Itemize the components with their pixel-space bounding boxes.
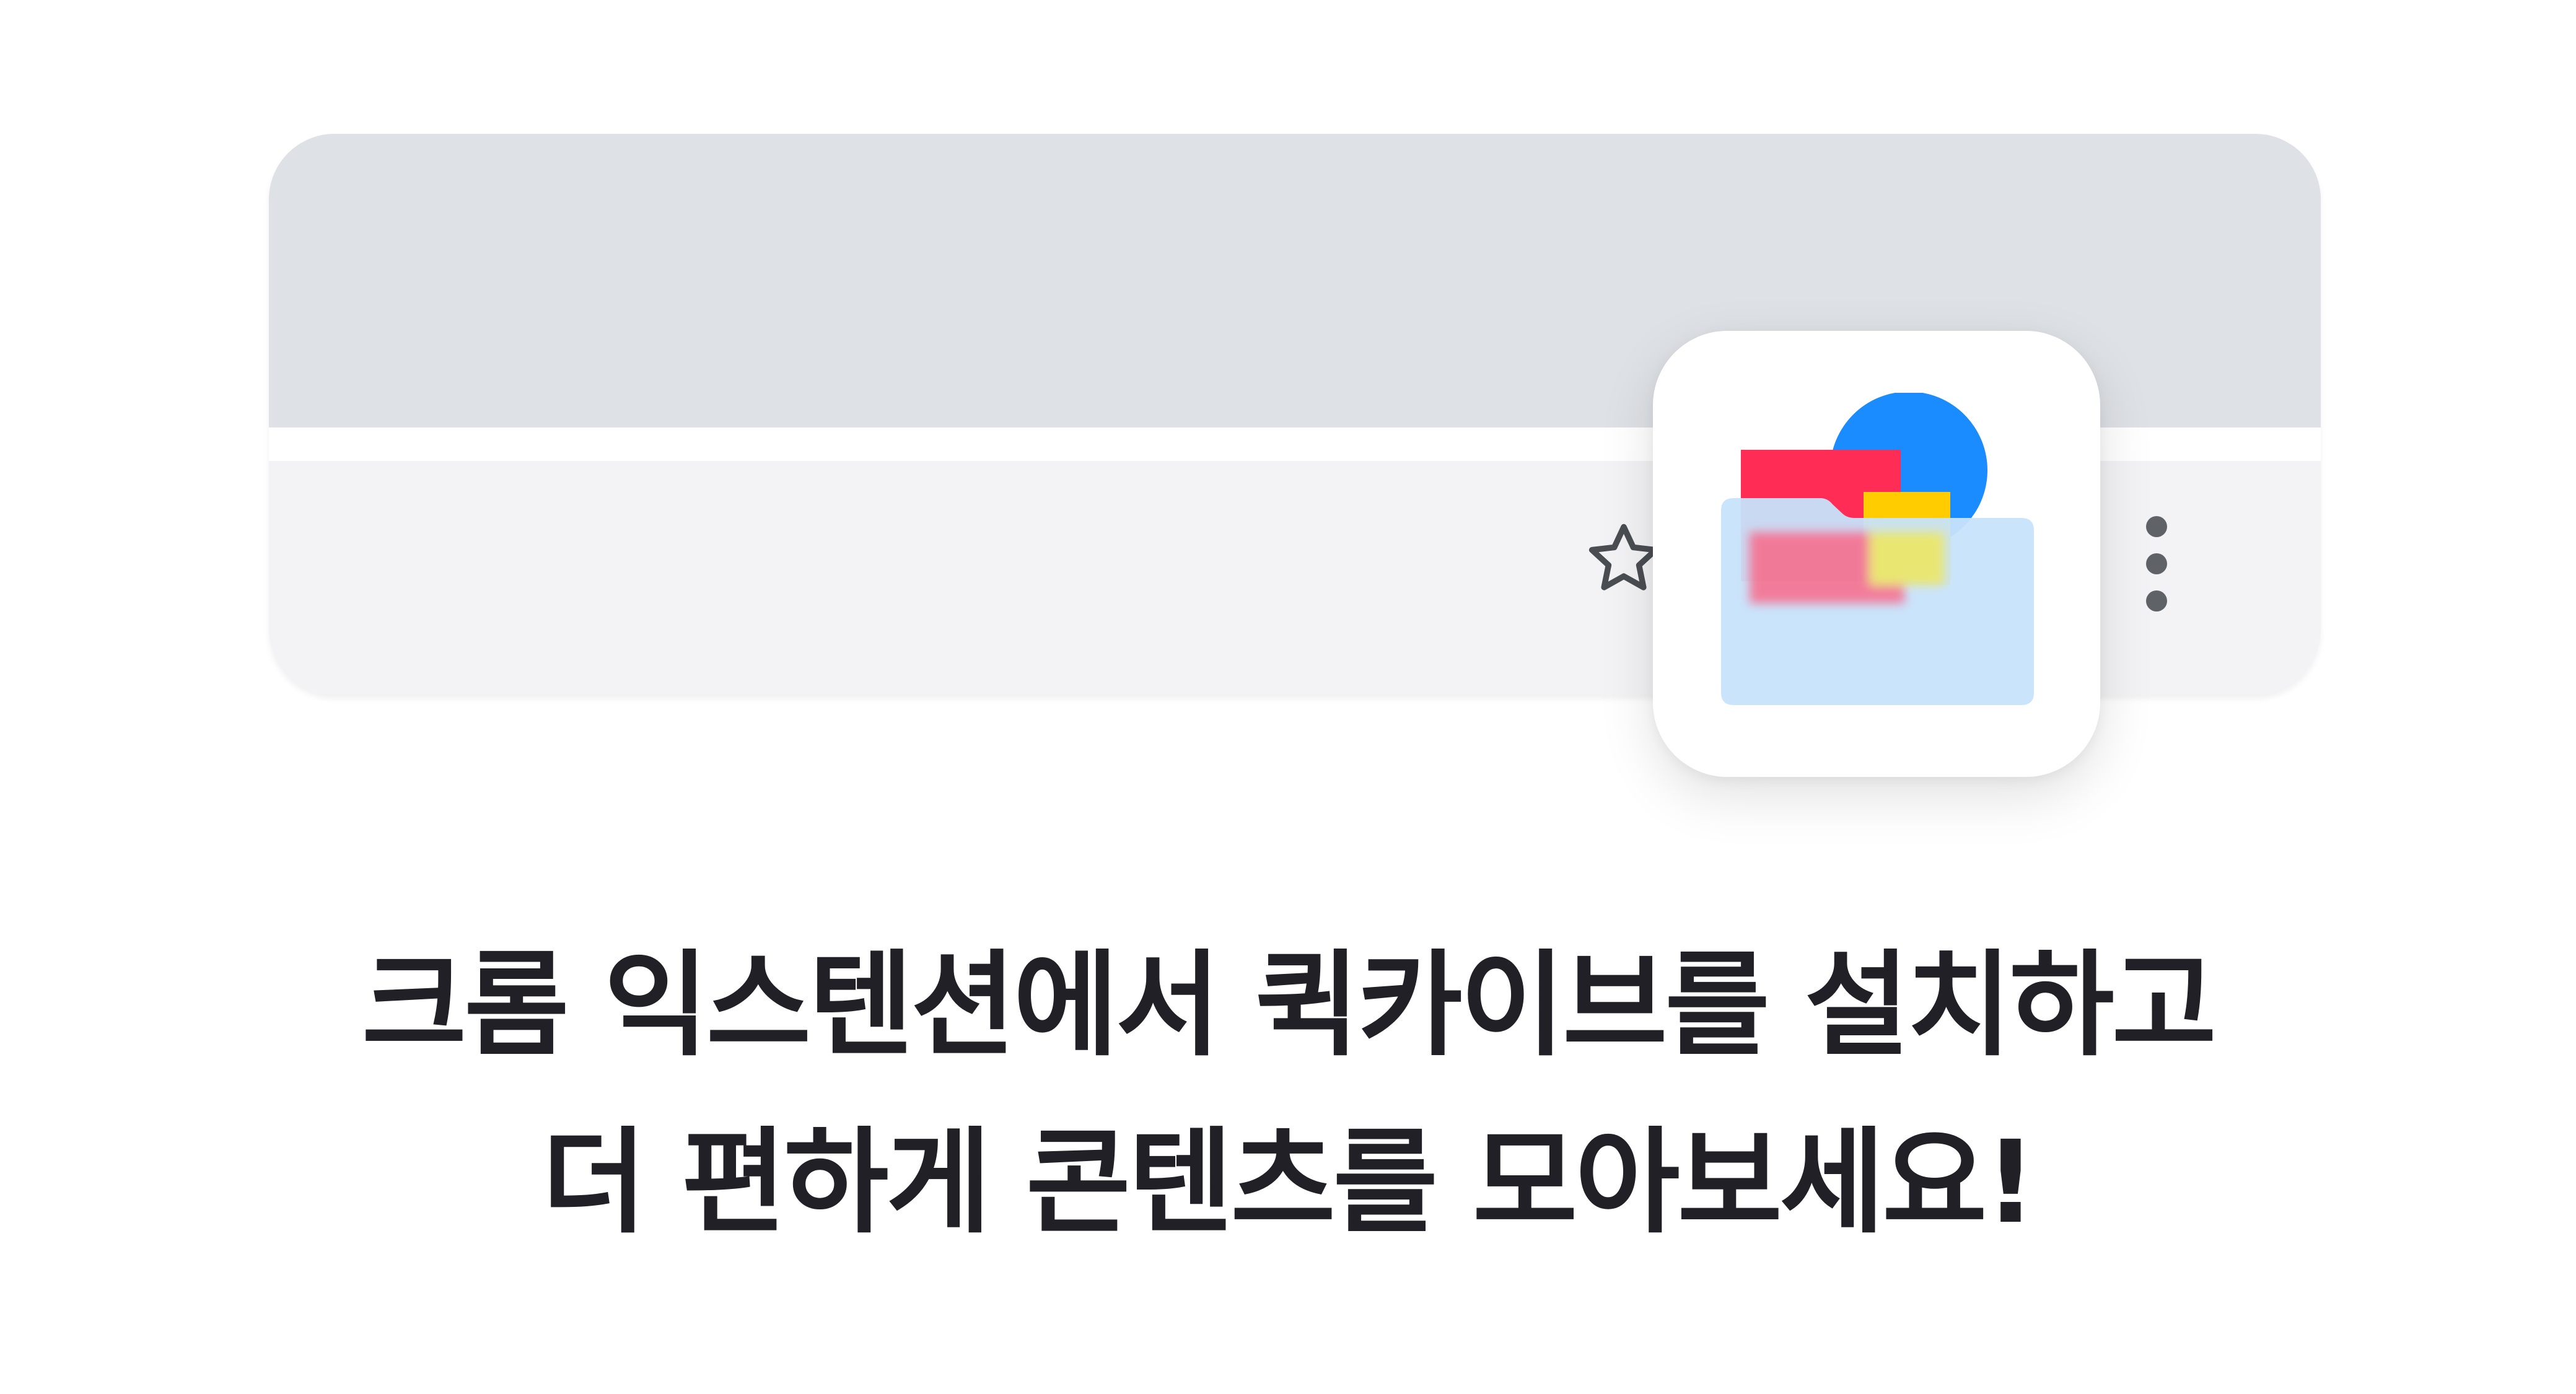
headline-line-2: 더 편하게 콘텐츠를 모아보세요! xyxy=(541,1116,2037,1249)
headline-line-1: 크롬 익스텐션에서 퀵카이브를 설치하고 xyxy=(362,939,2217,1072)
promo-headline: 크롬 익스텐션에서 퀵카이브를 설치하고 더 편하게 콘텐츠를 모아보세요! xyxy=(0,917,2576,1271)
extension-button[interactable] xyxy=(1653,331,2100,777)
quickive-logo-icon xyxy=(1721,393,2034,705)
extension-promo-screen: 크롬 익스텐션에서 퀵카이브를 설치하고 더 편하게 콘텐츠를 모아보세요! xyxy=(0,0,2576,1394)
more-vertical-icon[interactable] xyxy=(2141,514,2172,613)
